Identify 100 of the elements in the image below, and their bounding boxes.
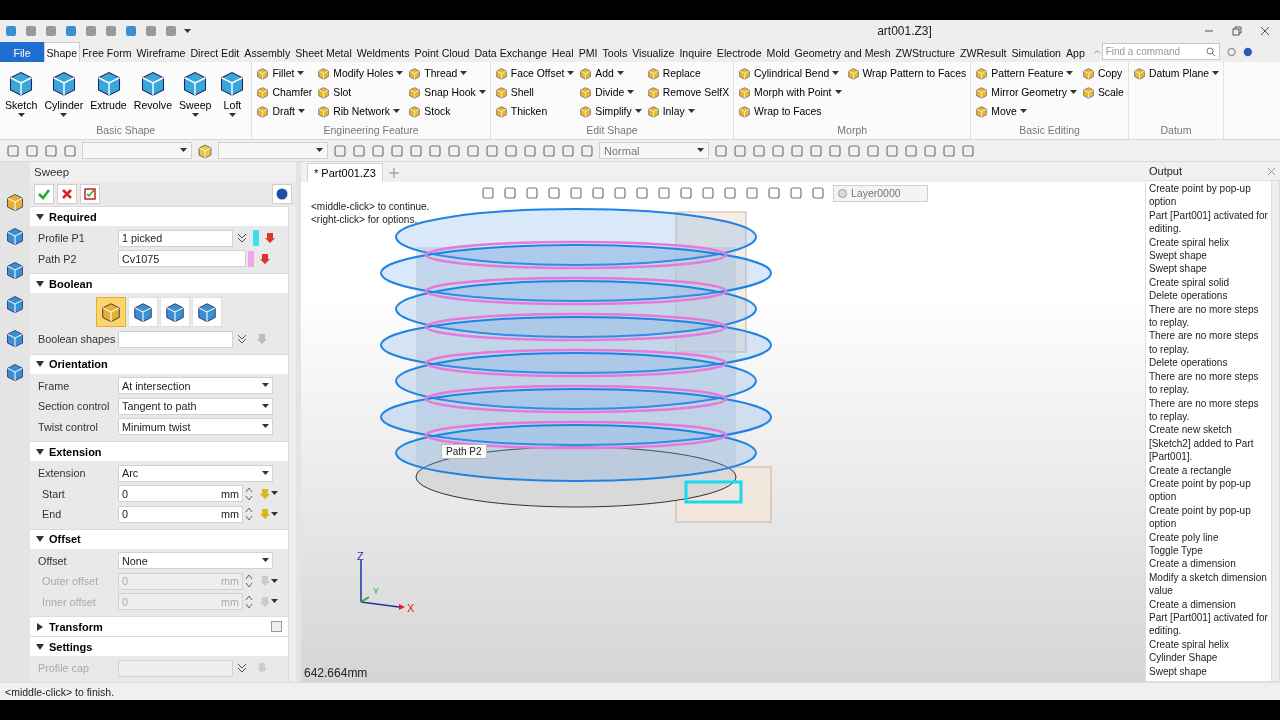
layer-dropdown[interactable]: Layer0000: [833, 184, 928, 202]
toolbar-icon[interactable]: [904, 143, 918, 158]
toolbar-icon[interactable]: [428, 143, 442, 158]
pick-icon[interactable]: [259, 508, 271, 521]
restore-icon[interactable]: [1232, 26, 1242, 36]
menu-tab[interactable]: Sheet Metal: [292, 42, 355, 62]
section-header[interactable]: Boolean: [30, 273, 288, 293]
number-field[interactable]: 0 mm: [118, 505, 243, 523]
file-menu-button[interactable]: File: [0, 42, 44, 62]
number-field[interactable]: 0 mm: [118, 485, 243, 503]
close-icon[interactable]: [1260, 26, 1270, 36]
menu-tab[interactable]: Point Cloud: [412, 42, 472, 62]
ribbon-button[interactable]: Move: [974, 102, 1078, 121]
double-chevron-icon[interactable]: [237, 233, 247, 244]
toolbar-icon[interactable]: [942, 143, 956, 158]
pick-icon[interactable]: [256, 333, 268, 346]
ribbon-button[interactable]: Stock: [407, 102, 487, 121]
toolbar-icon[interactable]: [828, 143, 842, 158]
ribbon-button[interactable]: Face Offset: [493, 64, 576, 83]
section-header[interactable]: Extension: [30, 441, 288, 461]
menu-tab[interactable]: Free Form: [79, 42, 135, 62]
view-tool-icon[interactable]: [481, 186, 495, 200]
toolbar-icon[interactable]: [409, 143, 423, 158]
ribbon-button[interactable]: Slot: [316, 83, 405, 102]
ribbon-button[interactable]: Morph with Point: [737, 83, 843, 102]
section-header[interactable]: Settings: [30, 636, 288, 656]
menu-tab[interactable]: App: [1063, 42, 1088, 62]
ribbon-button[interactable]: Remove SelfX: [645, 83, 731, 102]
menu-tab[interactable]: Geometry and Mesh: [792, 42, 894, 62]
view-tool-icon[interactable]: [635, 186, 649, 200]
spinner-icon[interactable]: [245, 574, 253, 589]
dropdown-field[interactable]: At intersection: [118, 377, 273, 395]
toolbar-icon[interactable]: [523, 143, 537, 158]
view-tool-icon[interactable]: [503, 186, 517, 200]
ribbon-button[interactable]: Snap Hook: [407, 83, 487, 102]
toolbar-icon[interactable]: [790, 143, 804, 158]
ribbon-button[interactable]: Shell: [493, 83, 576, 102]
menu-tab[interactable]: Weldments: [354, 42, 413, 62]
toolbar-icon[interactable]: [714, 143, 728, 158]
cancel-button[interactable]: [57, 184, 77, 204]
menu-tab[interactable]: Heal: [549, 42, 577, 62]
toolbar-icon[interactable]: [885, 143, 899, 158]
ribbon-button[interactable]: Loft: [216, 67, 249, 121]
dropdown-field[interactable]: Arc: [118, 464, 273, 482]
menu-tab[interactable]: Simulation: [1009, 42, 1064, 62]
view-tool-icon[interactable]: [525, 186, 539, 200]
toolbar-icon[interactable]: [733, 143, 747, 158]
scrollbar[interactable]: [1271, 181, 1279, 681]
menu-tab[interactable]: Wireframe: [134, 42, 188, 62]
ribbon-button[interactable]: Datum Plane: [1131, 64, 1220, 83]
menu-tab[interactable]: Data Exchange: [471, 42, 550, 62]
document-tab[interactable]: * Part001.Z3: [307, 163, 383, 182]
menu-tab[interactable]: Visualize: [629, 42, 677, 62]
section-header[interactable]: Orientation: [30, 353, 288, 374]
dropdown-field[interactable]: None: [118, 552, 273, 570]
ribbon-button[interactable]: Cylindrical Bend: [737, 64, 843, 83]
boolean-option-button[interactable]: [96, 297, 126, 327]
dropdown-field[interactable]: Tangent to path: [118, 397, 273, 415]
toolbar-icon[interactable]: [466, 143, 480, 158]
ribbon-button[interactable]: Mirror Geometry: [974, 83, 1078, 102]
info-button[interactable]: [272, 184, 292, 204]
toolbar-icon[interactable]: [561, 143, 575, 158]
pick-icon[interactable]: [259, 487, 271, 500]
scrollbar[interactable]: [288, 206, 296, 682]
ribbon-button[interactable]: Add: [578, 64, 643, 83]
ribbon-button[interactable]: Divide: [578, 83, 643, 102]
mode-dropdown[interactable]: Normal: [599, 142, 709, 159]
view-tool-icon[interactable]: [745, 186, 759, 200]
spinner-icon[interactable]: [245, 486, 253, 501]
add-tab-icon[interactable]: [388, 168, 399, 178]
double-chevron-icon[interactable]: [237, 334, 247, 345]
selection-field[interactable]: [118, 330, 233, 348]
view-tool-icon[interactable]: [591, 186, 605, 200]
view-tool-icon[interactable]: [701, 186, 715, 200]
menu-tab[interactable]: Inquire: [676, 42, 715, 62]
spinner-icon[interactable]: [245, 594, 253, 609]
toolbar-icon[interactable]: [447, 143, 461, 158]
menu-tab[interactable]: PMI: [576, 42, 600, 62]
menu-tab[interactable]: Tools: [599, 42, 630, 62]
view-tool-icon[interactable]: [657, 186, 671, 200]
section-header[interactable]: Offset: [30, 528, 288, 549]
ribbon-button[interactable]: Revolve: [131, 67, 175, 121]
filter-dropdown[interactable]: [82, 142, 192, 159]
ribbon-button[interactable]: Wrap Pattern to Faces: [845, 64, 968, 83]
menu-tab[interactable]: ZWResult: [957, 42, 1009, 62]
section-header[interactable]: Transform: [30, 616, 288, 636]
boolean-option-button[interactable]: [128, 297, 158, 327]
boolean-option-button[interactable]: [192, 297, 222, 327]
menu-tab[interactable]: Shape: [44, 42, 80, 62]
toolbar-icon[interactable]: [333, 143, 347, 158]
toolbar-icon[interactable]: [771, 143, 785, 158]
view-tool-icon[interactable]: [679, 186, 693, 200]
ribbon-button[interactable]: Draft: [255, 102, 314, 121]
toolbar-icon[interactable]: [809, 143, 823, 158]
menu-tab[interactable]: Assembly: [241, 42, 293, 62]
ribbon-button[interactable]: Chamfer: [255, 83, 314, 102]
view-tool-icon[interactable]: [613, 186, 627, 200]
selection-field[interactable]: Cv1075: [118, 250, 246, 268]
selection-field[interactable]: 1 picked: [118, 229, 233, 247]
menu-tab[interactable]: Mold: [764, 42, 793, 62]
